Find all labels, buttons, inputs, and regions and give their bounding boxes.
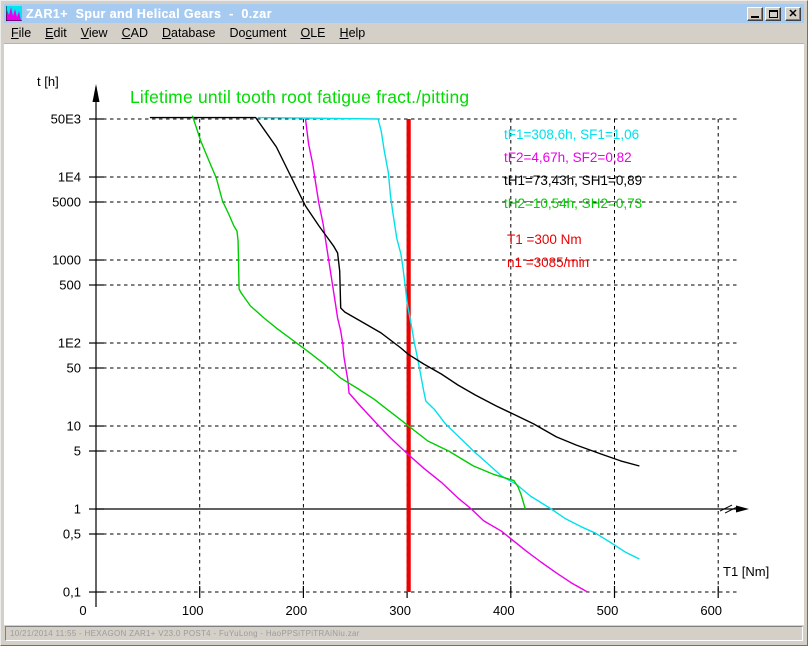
maximize-icon [769, 10, 778, 18]
minimize-icon [751, 16, 759, 18]
app-window: ZAR1+ Spur and Helical Gears - 0.zar ✕ F… [0, 0, 808, 646]
menu-bar: FileEditViewCADDatabaseDocumentOLEHelp [4, 23, 804, 44]
legend-line-th1: tH1=73,43h, SH1=0,89 [504, 169, 642, 192]
legend-line-tf1: tF1=308,6h, SF1=1,06 [504, 123, 642, 146]
menu-item-edit[interactable]: Edit [38, 24, 74, 42]
close-icon: ✕ [788, 9, 797, 19]
client-area [4, 44, 804, 625]
legend-line-tf2: tF2=4,67h, SF2=0,82 [504, 146, 642, 169]
menu-item-cad[interactable]: CAD [115, 24, 155, 42]
menu-item-database[interactable]: Database [155, 24, 223, 42]
menu-item-ole[interactable]: OLE [294, 24, 333, 42]
title-bar: ZAR1+ Spur and Helical Gears - 0.zar ✕ [4, 4, 804, 23]
torque-speed-info: T1 =300 Nmn1 =3085/min [507, 228, 589, 274]
window-title: ZAR1+ Spur and Helical Gears - 0.zar [26, 7, 747, 21]
y-axis-unit-label: t [h] [37, 74, 59, 89]
legend-line-th2: tH2=10,54h, SH2=0,73 [504, 192, 642, 215]
minimize-button[interactable] [747, 7, 763, 21]
chart-title: Lifetime until tooth root fatigue fract.… [130, 87, 469, 108]
info-line: n1 =3085/min [507, 251, 589, 274]
menu-item-view[interactable]: View [74, 24, 115, 42]
menu-item-help[interactable]: Help [333, 24, 373, 42]
maximize-button[interactable] [765, 7, 781, 21]
menu-item-file[interactable]: File [4, 24, 38, 42]
close-button[interactable]: ✕ [785, 7, 801, 21]
chart-legend: tF1=308,6h, SF1=1,06tF2=4,67h, SF2=0,82t… [504, 123, 642, 215]
status-field: 10/21/2014 11:55 - HEXAGON ZAR1+ V23.0 P… [5, 626, 803, 641]
x-axis-unit-label: T1 [Nm] [723, 564, 769, 579]
status-bar: 10/21/2014 11:55 - HEXAGON ZAR1+ V23.0 P… [4, 625, 804, 642]
info-line: T1 =300 Nm [507, 228, 589, 251]
app-icon [6, 6, 22, 21]
menu-item-document[interactable]: Document [223, 24, 294, 42]
status-text: 10/21/2014 11:55 - HEXAGON ZAR1+ V23.0 P… [6, 629, 360, 638]
